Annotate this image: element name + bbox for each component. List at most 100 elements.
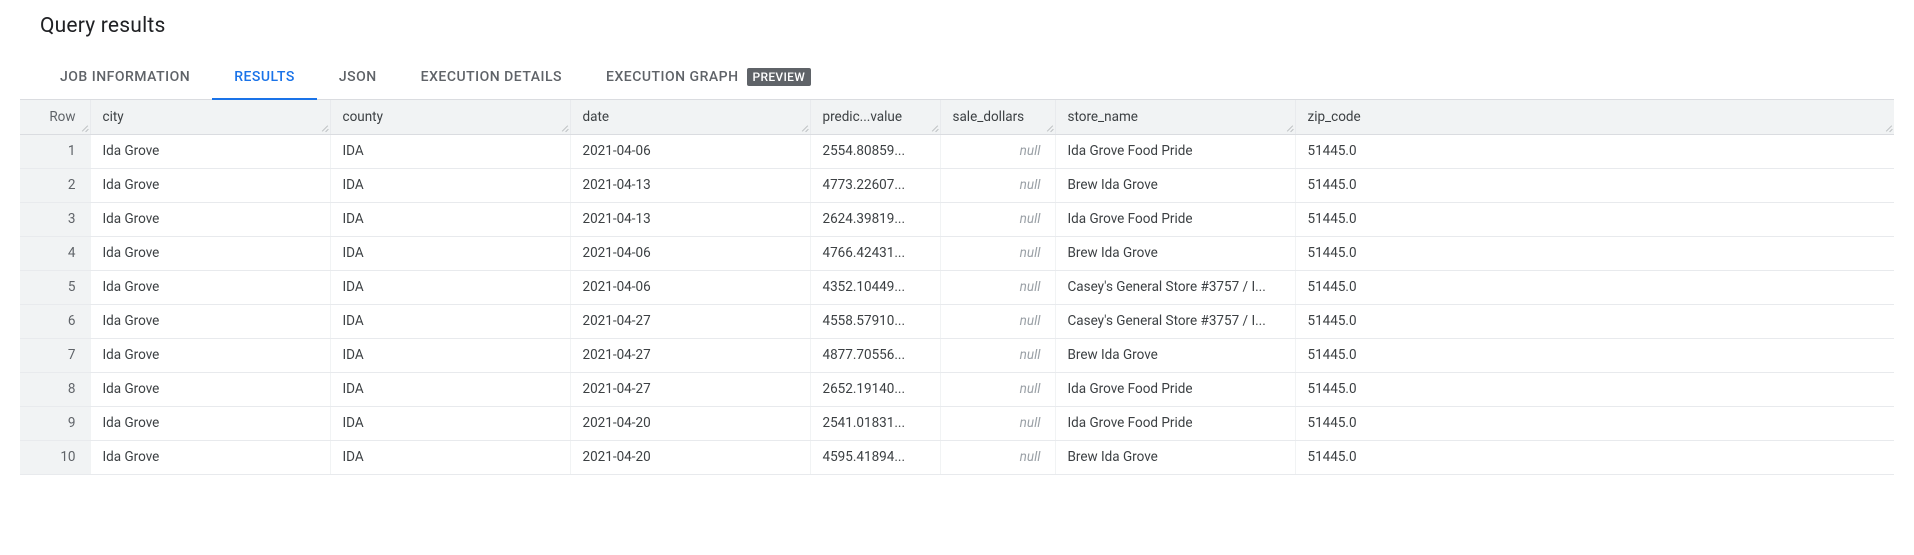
cell-date: 2021-04-06 <box>570 134 810 168</box>
table-row[interactable]: 3Ida GroveIDA2021-04-132624.39819...null… <box>20 202 1894 236</box>
cell-row: 8 <box>20 372 90 406</box>
cell-value: 2624.39819... <box>823 211 906 227</box>
tab-job-information[interactable]: JOB INFORMATION <box>38 56 212 100</box>
table-row[interactable]: 10Ida GroveIDA2021-04-204595.41894...nul… <box>20 440 1894 474</box>
table-row[interactable]: 9Ida GroveIDA2021-04-202541.01831...null… <box>20 406 1894 440</box>
cell-sale_dollars: null <box>940 202 1055 236</box>
cell-zip_code: 51445.0 <box>1295 168 1894 202</box>
cell-zip_code: 51445.0 <box>1295 202 1894 236</box>
cell-store_name: Ida Grove Food Pride <box>1055 372 1295 406</box>
tab-execution-graph[interactable]: EXECUTION GRAPHPREVIEW <box>584 56 833 100</box>
col-header-date[interactable]: date <box>570 100 810 134</box>
cell-city: Ida Grove <box>90 338 330 372</box>
table-row[interactable]: 1Ida GroveIDA2021-04-062554.80859...null… <box>20 134 1894 168</box>
column-resize-handle-icon[interactable] <box>930 124 938 132</box>
cell-city: Ida Grove <box>90 134 330 168</box>
cell-date: 2021-04-27 <box>570 372 810 406</box>
column-resize-handle-icon[interactable] <box>800 124 808 132</box>
cell-value: 3 <box>68 211 76 227</box>
cell-date: 2021-04-20 <box>570 406 810 440</box>
cell-store_name: Casey's General Store #3757 / I... <box>1055 270 1295 304</box>
cell-predic_value: 4773.22607... <box>810 168 940 202</box>
table-row[interactable]: 4Ida GroveIDA2021-04-064766.42431...null… <box>20 236 1894 270</box>
col-header-label: county <box>343 109 383 125</box>
cell-value: 2541.01831... <box>823 415 906 431</box>
column-resize-handle-icon[interactable] <box>1884 124 1892 132</box>
column-resize-handle-icon[interactable] <box>1285 124 1293 132</box>
cell-value: 51445.0 <box>1308 279 1357 295</box>
tab-execution-details[interactable]: EXECUTION DETAILS <box>399 56 584 100</box>
col-header-label: city <box>103 109 124 125</box>
null-value: null <box>1020 177 1041 193</box>
cell-value: 2652.19140... <box>823 381 906 397</box>
col-header-store_name[interactable]: store_name <box>1055 100 1295 134</box>
column-resize-handle-icon[interactable] <box>1045 124 1053 132</box>
cell-value: 1 <box>68 143 76 159</box>
col-header-zip_code[interactable]: zip_code <box>1295 100 1894 134</box>
cell-value: Ida Grove <box>103 177 160 193</box>
cell-value: Ida Grove <box>103 279 160 295</box>
cell-county: IDA <box>330 202 570 236</box>
null-value: null <box>1020 313 1041 329</box>
cell-city: Ida Grove <box>90 406 330 440</box>
cell-value: 4558.57910... <box>823 313 906 329</box>
table-row[interactable]: 2Ida GroveIDA2021-04-134773.22607...null… <box>20 168 1894 202</box>
col-header-sale_dollars[interactable]: sale_dollars <box>940 100 1055 134</box>
col-header-label: zip_code <box>1308 109 1361 125</box>
cell-row: 1 <box>20 134 90 168</box>
table-row[interactable]: 6Ida GroveIDA2021-04-274558.57910...null… <box>20 304 1894 338</box>
cell-value: 4766.42431... <box>823 245 906 261</box>
cell-county: IDA <box>330 168 570 202</box>
cell-store_name: Brew Ida Grove <box>1055 236 1295 270</box>
cell-value: Ida Grove <box>103 143 160 159</box>
tab-results[interactable]: RESULTS <box>212 56 317 100</box>
tab-label: EXECUTION GRAPH <box>606 69 739 85</box>
cell-value: 8 <box>68 381 76 397</box>
col-header-label: sale_dollars <box>953 109 1025 125</box>
results-table: Rowcity county datepredic...value sale_doll… <box>20 100 1894 475</box>
cell-value: Brew Ida Grove <box>1068 245 1158 261</box>
cell-value: 2021-04-06 <box>583 245 651 261</box>
cell-zip_code: 51445.0 <box>1295 406 1894 440</box>
null-value: null <box>1020 449 1041 465</box>
cell-predic_value: 4877.70556... <box>810 338 940 372</box>
cell-store_name: Brew Ida Grove <box>1055 338 1295 372</box>
table-row[interactable]: 7Ida GroveIDA2021-04-274877.70556...null… <box>20 338 1894 372</box>
cell-value: IDA <box>343 245 364 261</box>
cell-value: Ida Grove <box>103 415 160 431</box>
cell-county: IDA <box>330 406 570 440</box>
table-row[interactable]: 8Ida GroveIDA2021-04-272652.19140...null… <box>20 372 1894 406</box>
column-resize-handle-icon[interactable] <box>80 124 88 132</box>
null-value: null <box>1020 347 1041 363</box>
cell-value: 2021-04-20 <box>583 449 651 465</box>
null-value: null <box>1020 143 1041 159</box>
cell-value: Ida Grove <box>103 245 160 261</box>
cell-value: Ida Grove <box>103 347 160 363</box>
tab-label: EXECUTION DETAILS <box>421 69 562 85</box>
column-resize-handle-icon[interactable] <box>560 124 568 132</box>
column-resize-handle-icon[interactable] <box>320 124 328 132</box>
cell-sale_dollars: null <box>940 338 1055 372</box>
cell-city: Ida Grove <box>90 202 330 236</box>
cell-value: IDA <box>343 211 364 227</box>
cell-county: IDA <box>330 338 570 372</box>
cell-value: 51445.0 <box>1308 143 1357 159</box>
cell-value: 51445.0 <box>1308 415 1357 431</box>
cell-value: 2021-04-20 <box>583 415 651 431</box>
col-header-predic_value[interactable]: predic...value <box>810 100 940 134</box>
tab-json[interactable]: JSON <box>317 56 399 100</box>
table-row[interactable]: 5Ida GroveIDA2021-04-064352.10449...null… <box>20 270 1894 304</box>
cell-value: Ida Grove <box>103 381 160 397</box>
col-header-county[interactable]: county <box>330 100 570 134</box>
cell-predic_value: 4766.42431... <box>810 236 940 270</box>
cell-sale_dollars: null <box>940 168 1055 202</box>
cell-city: Ida Grove <box>90 270 330 304</box>
cell-value: 51445.0 <box>1308 313 1357 329</box>
tab-bar: JOB INFORMATIONRESULTSJSON EXECUTION DETA… <box>20 56 1894 100</box>
col-header-city[interactable]: city <box>90 100 330 134</box>
cell-row: 9 <box>20 406 90 440</box>
col-header-row[interactable]: Row <box>20 100 90 134</box>
null-value: null <box>1020 279 1041 295</box>
query-results-panel: Query results JOB INFORMATIONRESULTSJSON… <box>20 0 1894 475</box>
cell-store_name: Brew Ida Grove <box>1055 440 1295 474</box>
